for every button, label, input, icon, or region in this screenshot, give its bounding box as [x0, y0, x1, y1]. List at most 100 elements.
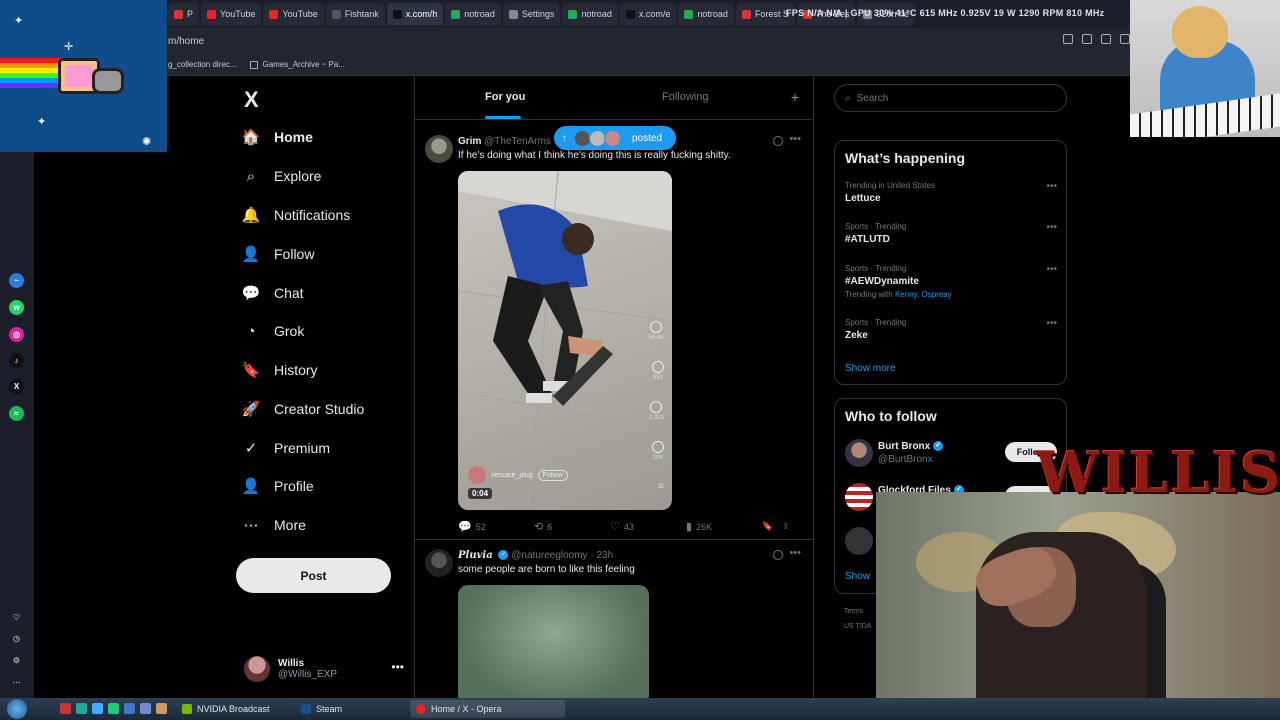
heart-icon[interactable]: ♡ — [9, 610, 24, 625]
trend-item[interactable]: Sports · Trending #ATLUTD ••• — [845, 222, 1057, 245]
account-switcher[interactable]: Willis @Willis_EXP ••• — [244, 654, 404, 684]
browser-tab[interactable]: notroad — [445, 3, 501, 25]
shield-icon[interactable] — [1101, 34, 1111, 44]
footer-link[interactable]: US TIDA — [844, 623, 872, 630]
terms-link[interactable]: Terms — [844, 608, 872, 615]
video-follow-button[interactable]: Follow — [537, 469, 568, 481]
settings-icon[interactable]: ⚙ — [9, 653, 24, 668]
history-icon[interactable]: ◷ — [9, 631, 24, 646]
share-icon[interactable] — [1063, 34, 1073, 44]
more-icon[interactable]: ••• — [391, 660, 404, 674]
avatar[interactable] — [845, 527, 873, 555]
taskbar-item[interactable]: NVIDIA Broadcast — [176, 700, 276, 718]
more-icon[interactable]: ••• — [1046, 222, 1057, 233]
x-logo-icon[interactable]: X — [244, 87, 259, 113]
tweet-image[interactable] — [458, 585, 649, 698]
instagram-icon[interactable]: ◎ — [9, 327, 24, 342]
nav-item-premium[interactable]: ✓ Premium — [242, 433, 330, 463]
more-icon[interactable]: ••• — [1046, 318, 1057, 329]
app-icon[interactable] — [92, 703, 103, 714]
nav-item-grok[interactable]: ◔ Grok — [242, 316, 304, 346]
grok-icon[interactable] — [773, 550, 783, 560]
like-button[interactable]: ♡ 43 — [610, 520, 686, 533]
browser-tab[interactable]: x.com/h — [386, 3, 444, 25]
tiktok-icon[interactable]: ♪ — [9, 353, 24, 368]
nav-item-creator-studio[interactable]: 🚀 Creator Studio — [242, 394, 365, 424]
nav-item-notifications[interactable]: 🔔 Notifications — [242, 200, 351, 230]
menu-icon[interactable]: ≡ — [658, 481, 664, 492]
send-icon[interactable] — [1120, 34, 1130, 44]
repost-button[interactable]: ⟲ 6 — [534, 520, 610, 533]
nav-item-chat[interactable]: 💬 Chat — [242, 278, 304, 308]
views-button[interactable]: ▮ 26K — [686, 520, 762, 533]
author-name[interactable]: Pluvia — [458, 550, 493, 561]
video-share[interactable]: 20K — [652, 441, 664, 461]
more-icon[interactable]: ••• — [1046, 264, 1057, 275]
avatar[interactable] — [425, 549, 453, 577]
avatar[interactable] — [425, 135, 453, 163]
more-icon[interactable]: ••• — [1046, 181, 1057, 192]
nav-item-more[interactable]: ⋯ More — [242, 510, 306, 540]
nav-item-explore[interactable]: ⌕ Explore — [242, 161, 322, 191]
video-comment[interactable]: 951 — [652, 361, 664, 381]
browser-tab[interactable]: notroad — [562, 3, 618, 25]
more-icon[interactable]: ⋯ — [9, 675, 24, 690]
follow-suggestion[interactable]: Burt Bronx ✓ @BurtBronx Follow — [845, 439, 1057, 469]
app-icon[interactable] — [156, 703, 167, 714]
new-posts-pill[interactable]: ↑ posted — [554, 126, 676, 150]
trend-item[interactable]: Trending in United States Lettuce ••• — [845, 181, 1057, 204]
trend-item[interactable]: Sports · Trending Zeke ••• — [845, 318, 1057, 341]
x-icon[interactable]: X — [9, 379, 24, 394]
app-icon[interactable] — [60, 703, 71, 714]
bookmark-icon[interactable]: 🔖 — [762, 520, 782, 533]
tweet[interactable]: Pluvia ✓ @natureegloomy · 23h ••• some p… — [415, 541, 813, 698]
tweet-video[interactable]: 54.8K 951 2,323 20K ≡ versace_plug Follo… — [458, 171, 672, 510]
messenger-icon[interactable]: ~ — [9, 273, 24, 288]
app-icon[interactable] — [76, 703, 87, 714]
post-button[interactable]: Post — [236, 558, 391, 593]
nav-item-profile[interactable]: 👤 Profile — [242, 471, 314, 501]
add-tab-icon[interactable]: + — [791, 89, 799, 105]
avatar[interactable] — [845, 439, 873, 467]
browser-tab[interactable]: x.com/e — [619, 3, 677, 25]
taskbar-item-active[interactable]: Home / X - Opera — [410, 700, 565, 718]
browser-tab[interactable]: P — [168, 3, 200, 25]
grok-icon[interactable] — [773, 136, 783, 146]
show-more-link[interactable]: Show — [845, 571, 870, 582]
author-name[interactable]: Grim — [458, 136, 481, 147]
trend-item[interactable]: Sports · Trending #AEWDynamite Trending … — [845, 264, 1057, 299]
whatsapp-icon[interactable]: w — [9, 300, 24, 315]
nav-item-home[interactable]: 🏠 Home — [242, 122, 313, 152]
share-icon[interactable]: ⇪ — [782, 520, 802, 533]
browser-tab[interactable]: Settings — [502, 3, 561, 25]
avatar[interactable] — [845, 483, 873, 511]
start-button[interactable] — [7, 699, 27, 719]
url-text[interactable]: m/home — [168, 36, 204, 47]
app-icon[interactable] — [108, 703, 119, 714]
video-repost[interactable]: 2,323 — [649, 401, 664, 421]
reply-button[interactable]: 💬 52 — [458, 520, 534, 533]
taskbar-item[interactable]: Steam — [295, 700, 348, 718]
search-input[interactable]: ⌕ Search — [834, 84, 1067, 112]
show-more-link[interactable]: Show more — [845, 363, 896, 374]
author-handle[interactable]: @TheTenArms — [484, 136, 551, 147]
browser-tab[interactable]: YouTube — [263, 3, 324, 25]
tweet[interactable]: Grim @TheTenArms ••• If he's doing what … — [415, 126, 813, 540]
video-like[interactable]: 54.8K — [648, 321, 664, 341]
app-icon[interactable] — [140, 703, 151, 714]
browser-tab[interactable]: YouTube — [201, 3, 262, 25]
browser-tab[interactable]: notroad — [678, 3, 734, 25]
nav-item-follow[interactable]: 👤 Follow — [242, 239, 315, 269]
spotify-icon[interactable]: ≈ — [9, 406, 24, 421]
camera-icon[interactable] — [1082, 34, 1092, 44]
browser-tab[interactable]: Fishtank — [325, 3, 385, 25]
nav-item-history[interactable]: 🔖 History — [242, 355, 318, 385]
tab-for-you[interactable]: For you — [485, 91, 525, 103]
tab-following[interactable]: Following — [662, 91, 708, 103]
app-icon[interactable] — [124, 703, 135, 714]
bookmark-item[interactable]: g_collection direc... — [168, 60, 236, 69]
more-icon[interactable]: ••• — [789, 133, 801, 145]
author-handle[interactable]: @natureegloomy · 23h — [511, 550, 613, 561]
bookmark-item[interactable]: Games_Archive ~ Pa... — [250, 60, 345, 69]
more-icon[interactable]: ••• — [789, 547, 801, 559]
